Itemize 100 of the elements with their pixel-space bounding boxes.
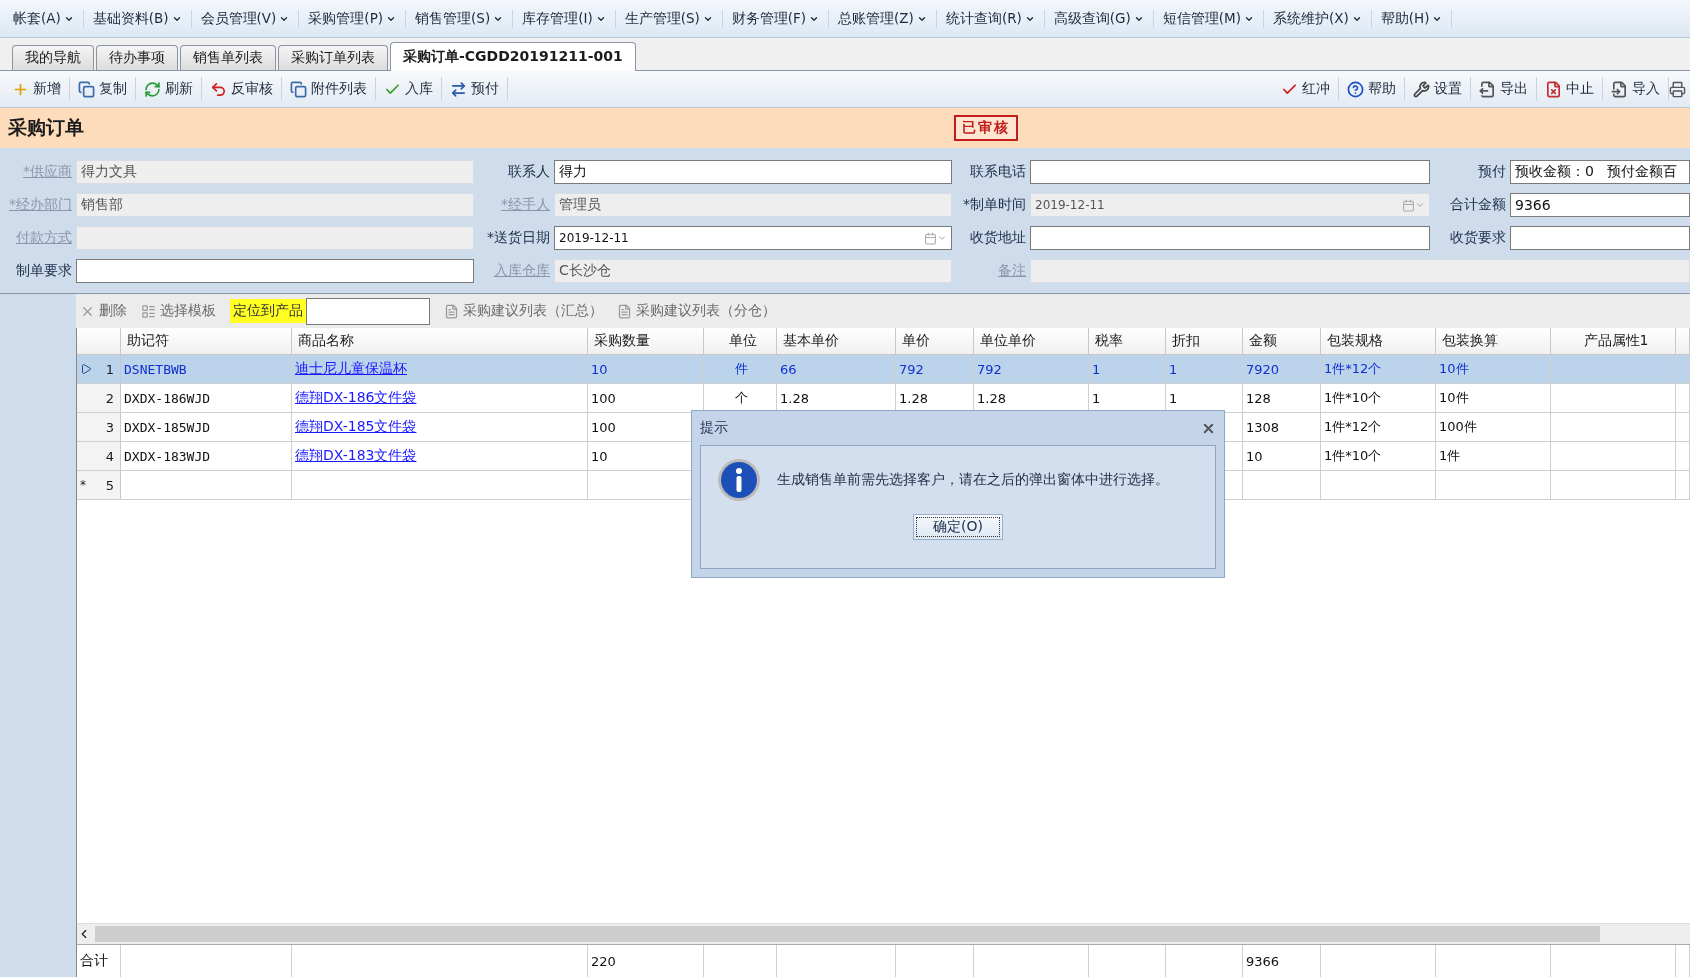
product-link[interactable]: 德翔DX-186文件袋 bbox=[295, 389, 417, 407]
column-header[interactable]: 商品名称 bbox=[292, 328, 588, 354]
toolbar-button[interactable]: 复制 bbox=[70, 77, 136, 101]
row-number: 5 bbox=[105, 477, 114, 493]
toolbar-button[interactable]: 中止 bbox=[1537, 77, 1603, 101]
menu-item[interactable]: 高级查询(G) bbox=[1044, 9, 1154, 28]
toolbar-button[interactable]: 入库 bbox=[376, 77, 442, 101]
input-field[interactable]: 得力 bbox=[554, 160, 952, 184]
new-row-marker: * bbox=[80, 478, 86, 492]
column-header[interactable]: 单位 bbox=[704, 328, 777, 354]
delete-button[interactable]: 删除 bbox=[80, 302, 127, 320]
toolbar-button[interactable]: 帮助 bbox=[1339, 77, 1405, 101]
toolbar-button[interactable]: 红冲 bbox=[1273, 77, 1339, 101]
field-label: *送货日期 bbox=[487, 229, 551, 247]
tab[interactable]: 销售单列表 bbox=[180, 45, 276, 70]
help-icon bbox=[1347, 80, 1364, 98]
toolbar-button[interactable]: 导出 bbox=[1471, 77, 1537, 101]
column-header[interactable]: 基本单价 bbox=[777, 328, 896, 354]
table-cell: 1 bbox=[1169, 361, 1178, 377]
toolbar-button[interactable]: 刷新 bbox=[136, 77, 202, 101]
table-cell: 1.28 bbox=[899, 390, 928, 406]
input-field[interactable] bbox=[1030, 160, 1430, 184]
column-header[interactable]: 包装规格 bbox=[1321, 328, 1436, 354]
field-label: 联系电话 bbox=[970, 163, 1027, 181]
product-link[interactable]: 德翔DX-185文件袋 bbox=[295, 418, 417, 436]
menu-item[interactable]: 会员管理(V) bbox=[191, 9, 300, 28]
field-label: 收货地址 bbox=[970, 229, 1027, 247]
dialog-title: 提示 bbox=[700, 419, 728, 437]
undo-icon bbox=[210, 80, 227, 98]
template-button[interactable]: 选择模板 bbox=[141, 302, 216, 320]
table-cell: 128 bbox=[1246, 390, 1271, 406]
ok-button[interactable]: 确定(O) bbox=[913, 514, 1003, 540]
table-row[interactable]: 1 DSNETBWB 迪士尼儿童保温杯 10 件 66 792 792 1 1 7920 1件*12个 10件 bbox=[77, 355, 1690, 384]
column-header[interactable]: 产品属性1 bbox=[1551, 328, 1676, 354]
menu-item[interactable]: 总账管理(Z) bbox=[829, 9, 937, 28]
table-cell: DSNETBWB bbox=[124, 361, 187, 377]
input-field[interactable]: 2019-12-11 bbox=[554, 226, 952, 250]
field-label: 合计金额 bbox=[1450, 196, 1507, 214]
menu-item[interactable]: 统计查询(R) bbox=[936, 9, 1045, 28]
table-cell: 1件*10个 bbox=[1324, 389, 1382, 407]
column-header[interactable]: 助记符 bbox=[121, 328, 292, 354]
field-label: 联系人 bbox=[508, 163, 551, 181]
row-number: 2 bbox=[105, 390, 114, 406]
tab[interactable]: 采购订单列表 bbox=[278, 45, 388, 70]
column-header[interactable]: 税率 bbox=[1089, 328, 1166, 354]
printer-icon[interactable] bbox=[1669, 80, 1686, 98]
locate-field[interactable] bbox=[306, 297, 430, 325]
product-link[interactable]: 德翔DX-183文件袋 bbox=[295, 447, 417, 465]
scrollbar-thumb[interactable] bbox=[95, 926, 1600, 942]
table-cell: 100件 bbox=[1439, 418, 1477, 436]
export-icon bbox=[1479, 80, 1496, 98]
stop-icon bbox=[1545, 80, 1562, 98]
column-header[interactable]: 单价 bbox=[896, 328, 974, 354]
tab[interactable]: 采购订单-CGDD20191211-001 bbox=[390, 42, 636, 71]
suggest-button[interactable]: 采购建议列表（分仓） bbox=[617, 302, 776, 320]
table-cell: 件 bbox=[735, 360, 748, 378]
suggest-button[interactable]: 采购建议列表（汇总） bbox=[444, 302, 603, 320]
status-stamp: 已审核 bbox=[954, 115, 1018, 141]
copy-icon bbox=[78, 80, 95, 98]
toolbar-button[interactable]: 设置 bbox=[1405, 77, 1471, 101]
menu-item[interactable]: 帮助(H) bbox=[1371, 9, 1453, 28]
column-header[interactable]: 包装换算 bbox=[1436, 328, 1551, 354]
menu-item[interactable]: 帐套(A) bbox=[4, 9, 84, 28]
input-field[interactable] bbox=[76, 259, 474, 283]
calendar-icon[interactable] bbox=[924, 231, 937, 245]
refresh-icon bbox=[144, 80, 161, 98]
column-header[interactable]: 采购数量 bbox=[588, 328, 704, 354]
menu-item[interactable]: 采购管理(P) bbox=[299, 9, 407, 28]
total-cell: 9366 bbox=[1246, 953, 1280, 969]
product-link[interactable]: 迪士尼儿童保温杯 bbox=[295, 360, 407, 378]
table-cell: DXDX-186WJD bbox=[124, 390, 211, 406]
tab[interactable]: 待办事项 bbox=[96, 45, 178, 70]
tab[interactable]: 我的导航 bbox=[12, 45, 94, 70]
column-header[interactable]: 金额 bbox=[1243, 328, 1321, 354]
menu-item[interactable]: 短信管理(M) bbox=[1153, 9, 1264, 28]
table-cell: 1.28 bbox=[780, 390, 809, 406]
column-header[interactable]: 折扣 bbox=[1166, 328, 1243, 354]
table-cell: 10件 bbox=[1439, 360, 1469, 378]
row-number: 1 bbox=[105, 361, 114, 377]
table-cell: 1308 bbox=[1246, 419, 1280, 435]
toolbar-button[interactable]: 新增 bbox=[4, 77, 70, 101]
row-number: 3 bbox=[105, 419, 114, 435]
input-field[interactable]: 预收金额：0 预付金额百 bbox=[1510, 160, 1690, 184]
table-cell: DXDX-183WJD bbox=[124, 448, 211, 464]
toolbar-button[interactable]: 导入 bbox=[1603, 77, 1669, 101]
toolbar-button[interactable]: 反审核 bbox=[202, 77, 282, 101]
menu-item[interactable]: 库存管理(I) bbox=[513, 9, 616, 28]
input-field[interactable] bbox=[1030, 226, 1430, 250]
toolbar-button[interactable]: 附件列表 bbox=[282, 77, 376, 101]
totals-label: 合计 bbox=[80, 952, 108, 970]
toolbar-button[interactable]: 预付 bbox=[442, 77, 508, 101]
menu-item[interactable]: 系统维护(X) bbox=[1264, 9, 1372, 28]
menu-item[interactable]: 财务管理(F) bbox=[722, 9, 830, 28]
column-header[interactable]: 单位单价 bbox=[974, 328, 1089, 354]
menu-item[interactable]: 生产管理(S) bbox=[615, 9, 723, 28]
menu-item[interactable]: 销售管理(S) bbox=[406, 9, 514, 28]
table-row[interactable]: 2 DXDX-186WJD 德翔DX-186文件袋 100 个 1.28 1.28 1.28 1 1 128 1件*10个 10件 bbox=[77, 384, 1690, 413]
input-field[interactable] bbox=[1510, 226, 1690, 250]
menu-item[interactable]: 基础资料(B) bbox=[83, 9, 192, 28]
input-field[interactable]: 9366 bbox=[1510, 193, 1690, 217]
